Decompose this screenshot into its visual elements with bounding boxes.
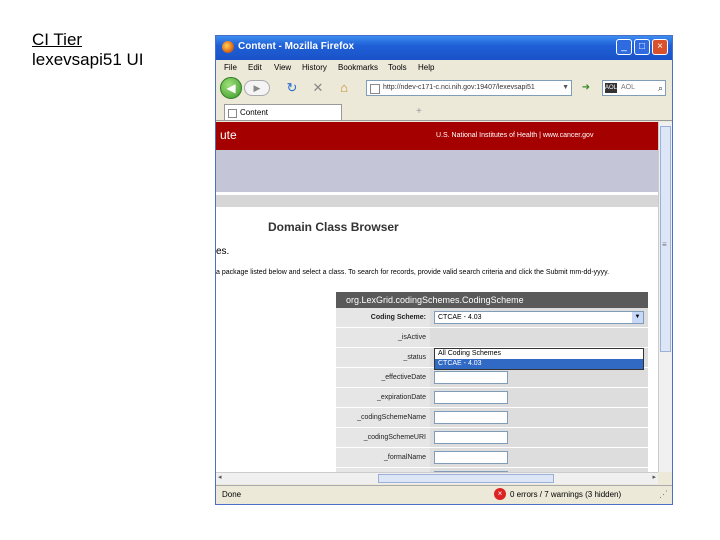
search-criteria-panel: org.LexGrid.codingSchemes.CodingScheme C… <box>336 292 648 472</box>
menu-history[interactable]: History <box>302 63 327 72</box>
criteria-label: _isActive <box>336 328 430 347</box>
status-text: Done <box>222 490 242 499</box>
criteria-label: _codingSchemeURI <box>336 428 430 447</box>
header-band <box>216 150 658 192</box>
banner-institute-text: ute <box>220 128 237 142</box>
url-bar[interactable]: http://ndev-c171-c.nci.nih.gov:19407/lex… <box>366 80 572 96</box>
scroll-grip-icon: ≡ <box>662 240 667 249</box>
effective-date-input[interactable] <box>434 371 508 384</box>
firefox-logo-icon <box>222 41 234 53</box>
sub-header-band <box>216 195 658 207</box>
scroll-left-icon[interactable]: ◂ <box>218 473 222 481</box>
menu-tools[interactable]: Tools <box>388 63 407 72</box>
page-title: Domain Class Browser <box>268 220 399 234</box>
menu-edit[interactable]: Edit <box>248 63 262 72</box>
tab-bar: Content + <box>216 102 672 121</box>
instructions-text: a package listed below and select a clas… <box>216 269 610 276</box>
go-arrow-icon[interactable]: ➜ <box>578 80 594 96</box>
criteria-label: _formalName <box>336 448 430 467</box>
menu-file[interactable]: File <box>224 63 237 72</box>
criteria-row-coding-scheme-uri: _codingSchemeURI <box>336 428 648 448</box>
criteria-label: _effectiveDate <box>336 368 430 387</box>
dropdown-option[interactable]: All Coding Schemes <box>435 349 643 359</box>
formal-name-input[interactable] <box>434 451 508 464</box>
menu-bar: File Edit View History Bookmarks Tools H… <box>216 60 672 76</box>
coding-scheme-uri-input[interactable] <box>434 431 508 444</box>
scroll-right-icon[interactable]: ▸ <box>652 473 656 481</box>
expiration-date-input[interactable] <box>434 391 508 404</box>
aol-icon: AOL <box>605 83 618 93</box>
page-icon <box>228 109 237 118</box>
close-button[interactable]: × <box>652 39 668 55</box>
tab-content[interactable]: Content <box>224 104 342 120</box>
dropdown-option-selected[interactable]: CTCAE - 4.03 <box>435 359 643 369</box>
resize-grip-icon[interactable]: ⋰ <box>659 489 668 500</box>
page-icon <box>370 84 380 94</box>
search-placeholder: AOL <box>621 84 636 91</box>
nci-banner: ute U.S. National Institutes of Health |… <box>216 122 658 150</box>
search-icon[interactable]: ⌕ <box>658 81 663 95</box>
coding-scheme-row: Coding Scheme: CTCAE - 4.03 ▼ <box>336 308 648 328</box>
coding-scheme-dropdown-list: All Coding Schemes CTCAE - 4.03 <box>434 348 644 370</box>
criteria-row-is-active: _isActive <box>336 328 648 348</box>
coding-scheme-select[interactable]: CTCAE - 4.03 ▼ <box>434 311 644 324</box>
coding-scheme-name-input[interactable] <box>434 411 508 424</box>
menu-bookmarks[interactable]: Bookmarks <box>338 63 378 72</box>
criteria-row-formal-name: _formalName <box>336 448 648 468</box>
chevron-down-icon[interactable]: ▼ <box>562 81 569 95</box>
menu-help[interactable]: Help <box>418 63 434 72</box>
vertical-scrollbar[interactable]: ≡ <box>658 122 672 472</box>
back-arrow-icon[interactable]: ◀ <box>220 77 242 99</box>
tab-label: Content <box>240 108 269 117</box>
error-console-text[interactable]: 0 errors / 7 warnings (3 hidden) <box>510 490 621 499</box>
menu-view[interactable]: View <box>274 63 291 72</box>
criteria-row-coding-scheme-name: _codingSchemeName <box>336 408 648 428</box>
criteria-label: _status <box>336 348 430 367</box>
stop-icon[interactable]: ✕ <box>310 80 326 96</box>
status-bar: Done × 0 errors / 7 warnings (3 hidden) … <box>216 485 672 504</box>
reload-icon[interactable]: ↻ <box>284 80 300 96</box>
chevron-down-icon[interactable]: ▼ <box>632 312 643 323</box>
horizontal-scroll-thumb[interactable] <box>378 474 554 483</box>
home-icon[interactable]: ⌂ <box>336 80 352 96</box>
coding-scheme-label: Coding Scheme: <box>336 308 430 327</box>
error-icon[interactable]: × <box>494 488 506 500</box>
title-bar: Content - Mozilla Firefox _ □ × <box>216 36 672 60</box>
new-tab-button[interactable]: + <box>416 106 422 117</box>
forward-arrow-icon[interactable]: ▶ <box>244 80 270 96</box>
minimize-button[interactable]: _ <box>616 39 632 55</box>
criteria-label: _codingSchemeName <box>336 408 430 427</box>
slide-title-line-2: lexevsapi51 UI <box>32 50 144 69</box>
coding-scheme-value: CTCAE - 4.03 <box>438 314 482 321</box>
window-title: Content - Mozilla Firefox <box>238 41 355 52</box>
criteria-label: _expirationDate <box>336 388 430 407</box>
browser-window: Content - Mozilla Firefox _ □ × File Edi… <box>215 35 673 505</box>
search-input[interactable]: AOL AOL ⌕ <box>602 80 666 96</box>
navigation-toolbar: ◀ ▶ ↻ ✕ ⌂ http://ndev-c171-c.nci.nih.gov… <box>216 76 672 100</box>
url-text: http://ndev-c171-c.nci.nih.gov:19407/lex… <box>383 84 535 91</box>
class-header: org.LexGrid.codingSchemes.CodingScheme <box>336 292 648 308</box>
maximize-button[interactable]: □ <box>634 39 650 55</box>
criteria-row-effective-date: _effectiveDate <box>336 368 648 388</box>
horizontal-scrollbar[interactable]: ◂ ▸ <box>216 472 658 484</box>
intro-text: es. <box>216 246 230 257</box>
slide-title-line-1: CI Tier <box>32 30 83 49</box>
criteria-row-expiration-date: _expirationDate <box>336 388 648 408</box>
slide-title: CI Tier lexevsapi51 UI <box>32 30 144 70</box>
banner-nih-link[interactable]: U.S. National Institutes of Health | www… <box>436 132 593 139</box>
vertical-scroll-thumb[interactable] <box>660 126 671 352</box>
page-content: ute U.S. National Institutes of Health |… <box>216 122 658 472</box>
